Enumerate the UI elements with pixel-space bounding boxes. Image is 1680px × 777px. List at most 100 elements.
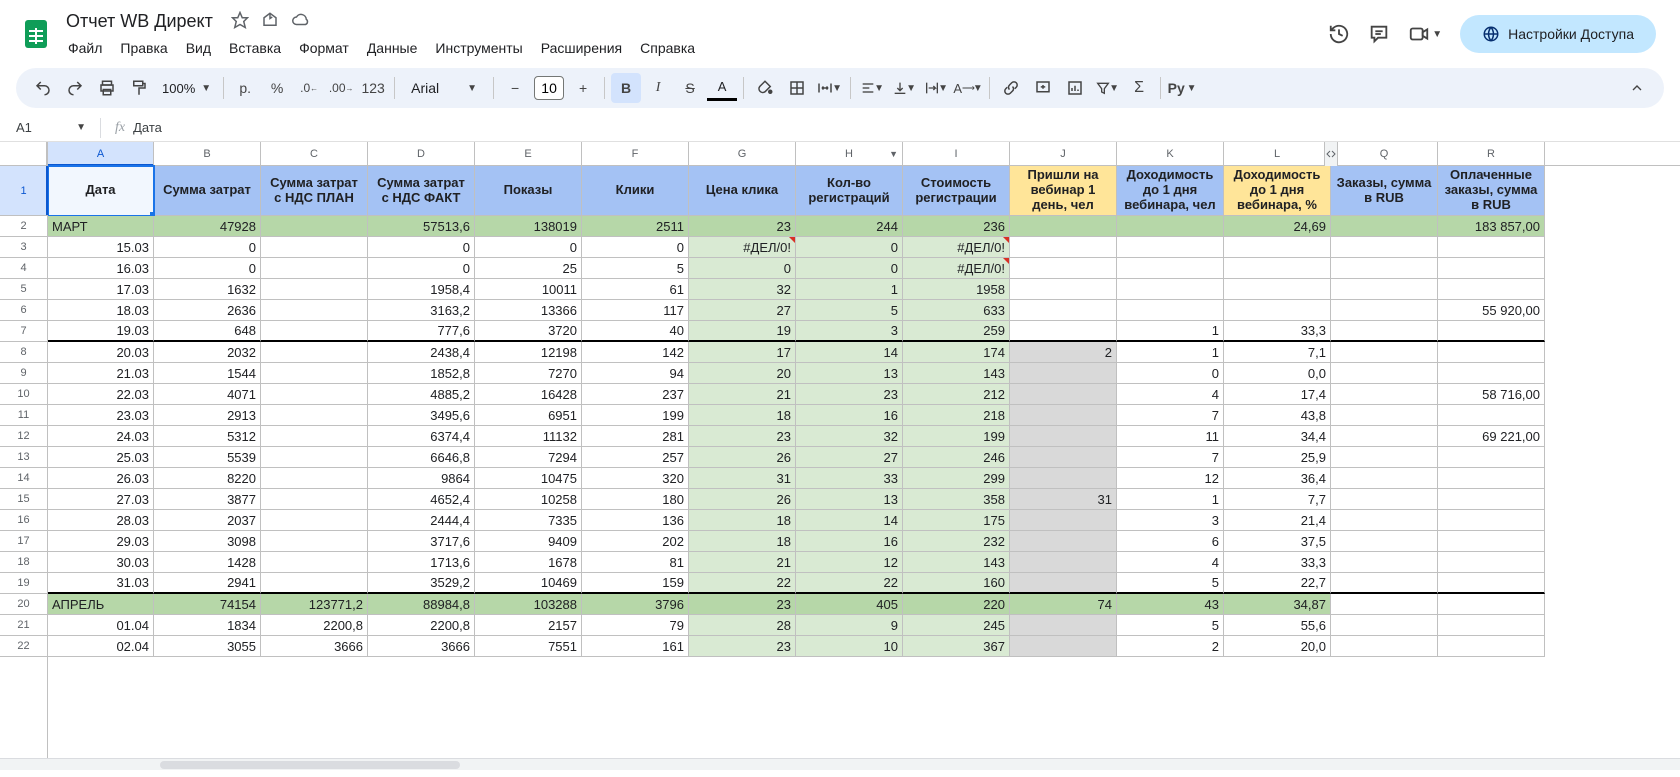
- cell[interactable]: #ДЕЛ/0!: [903, 237, 1010, 258]
- cell[interactable]: 1544: [154, 363, 261, 384]
- cell[interactable]: 21: [689, 384, 796, 405]
- col-header-K[interactable]: K: [1117, 142, 1224, 165]
- row-header-7[interactable]: 7: [0, 321, 47, 342]
- cell[interactable]: 0: [796, 258, 903, 279]
- cell[interactable]: 28.03: [48, 510, 154, 531]
- row-header-9[interactable]: 9: [0, 363, 47, 384]
- cell[interactable]: 12: [1117, 468, 1224, 489]
- cell[interactable]: [1331, 321, 1438, 342]
- decrease-font-button[interactable]: −: [500, 73, 530, 103]
- cell[interactable]: [1117, 216, 1224, 237]
- cell[interactable]: 43: [1117, 594, 1224, 615]
- formula-bar[interactable]: Дата: [133, 120, 162, 135]
- cell[interactable]: 3: [796, 321, 903, 342]
- insert-comment-button[interactable]: [1028, 73, 1058, 103]
- header-cell[interactable]: Сумма затрат с НДС ПЛАН: [261, 166, 368, 216]
- cell[interactable]: 2913: [154, 405, 261, 426]
- cell[interactable]: 1678: [475, 552, 582, 573]
- cell[interactable]: 257: [582, 447, 689, 468]
- cell[interactable]: 1632: [154, 279, 261, 300]
- col-header-Q[interactable]: Q: [1331, 142, 1438, 165]
- cell[interactable]: 27: [796, 447, 903, 468]
- cell[interactable]: [1010, 300, 1117, 321]
- cell[interactable]: [1010, 510, 1117, 531]
- cell[interactable]: 7335: [475, 510, 582, 531]
- row-header-17[interactable]: 17: [0, 531, 47, 552]
- cell[interactable]: 36,4: [1224, 468, 1331, 489]
- cell[interactable]: 5539: [154, 447, 261, 468]
- cell[interactable]: [1331, 363, 1438, 384]
- cell[interactable]: [261, 510, 368, 531]
- cell[interactable]: 23: [796, 384, 903, 405]
- header-cell[interactable]: Стоимость регистрации: [903, 166, 1010, 216]
- cell[interactable]: [1438, 258, 1545, 279]
- cell[interactable]: [261, 489, 368, 510]
- cell[interactable]: 5: [1117, 573, 1224, 594]
- col-header-F[interactable]: F: [582, 142, 689, 165]
- cell[interactable]: 7294: [475, 447, 582, 468]
- cell[interactable]: [261, 384, 368, 405]
- cell[interactable]: [1331, 510, 1438, 531]
- cell[interactable]: [1331, 594, 1438, 615]
- cell[interactable]: 6374,4: [368, 426, 475, 447]
- cell[interactable]: 245: [903, 615, 1010, 636]
- bold-button[interactable]: B: [611, 73, 641, 103]
- cell[interactable]: 18: [689, 510, 796, 531]
- cell[interactable]: 16.03: [48, 258, 154, 279]
- cell[interactable]: [261, 531, 368, 552]
- cell[interactable]: 367: [903, 636, 1010, 657]
- cell[interactable]: 2157: [475, 615, 582, 636]
- cell[interactable]: [1010, 321, 1117, 342]
- cell[interactable]: [261, 426, 368, 447]
- font-size-input[interactable]: [534, 76, 564, 100]
- row-header-22[interactable]: 22: [0, 636, 47, 657]
- sheets-logo[interactable]: [16, 14, 56, 54]
- header-cell[interactable]: Пришли на вебинар 1 день, чел: [1010, 166, 1117, 216]
- cell[interactable]: 24,69: [1224, 216, 1331, 237]
- cell[interactable]: 27: [689, 300, 796, 321]
- cell[interactable]: 3098: [154, 531, 261, 552]
- cell[interactable]: 3163,2: [368, 300, 475, 321]
- cell[interactable]: [1331, 531, 1438, 552]
- cell[interactable]: 6646,8: [368, 447, 475, 468]
- cell[interactable]: 6: [1117, 531, 1224, 552]
- doc-title[interactable]: Отчет WB Директ: [60, 9, 219, 34]
- cell[interactable]: 16: [796, 405, 903, 426]
- cell[interactable]: 1: [1117, 321, 1224, 342]
- cell[interactable]: 143: [903, 363, 1010, 384]
- cell[interactable]: 10258: [475, 489, 582, 510]
- cell[interactable]: 2: [1010, 342, 1117, 363]
- cell[interactable]: 3495,6: [368, 405, 475, 426]
- cell[interactable]: 281: [582, 426, 689, 447]
- row-header-14[interactable]: 14: [0, 468, 47, 489]
- cell[interactable]: 0,0: [1224, 363, 1331, 384]
- cell[interactable]: 4885,2: [368, 384, 475, 405]
- cell[interactable]: 22: [796, 573, 903, 594]
- cell[interactable]: 26: [689, 489, 796, 510]
- cell[interactable]: 18: [689, 405, 796, 426]
- cell[interactable]: 3666: [261, 636, 368, 657]
- cell[interactable]: 9409: [475, 531, 582, 552]
- cell[interactable]: 777,6: [368, 321, 475, 342]
- link-button[interactable]: [996, 73, 1026, 103]
- cell[interactable]: [1331, 447, 1438, 468]
- col-header-E[interactable]: E: [475, 142, 582, 165]
- cell[interactable]: 3877: [154, 489, 261, 510]
- cell[interactable]: [1010, 531, 1117, 552]
- cell[interactable]: 22.03: [48, 384, 154, 405]
- cell[interactable]: 2444,4: [368, 510, 475, 531]
- cell[interactable]: 5: [1117, 615, 1224, 636]
- functions-button[interactable]: Σ: [1124, 73, 1154, 103]
- cell[interactable]: 2037: [154, 510, 261, 531]
- select-all-corner[interactable]: [0, 142, 47, 166]
- cell[interactable]: 4: [1117, 384, 1224, 405]
- cell[interactable]: [1438, 447, 1545, 468]
- cell[interactable]: [1331, 615, 1438, 636]
- cell[interactable]: [1438, 321, 1545, 342]
- header-cell[interactable]: Клики: [582, 166, 689, 216]
- cell[interactable]: 232: [903, 531, 1010, 552]
- halign-button[interactable]: ▼: [857, 73, 887, 103]
- cell[interactable]: 22: [689, 573, 796, 594]
- cell[interactable]: 1958: [903, 279, 1010, 300]
- cell[interactable]: 180: [582, 489, 689, 510]
